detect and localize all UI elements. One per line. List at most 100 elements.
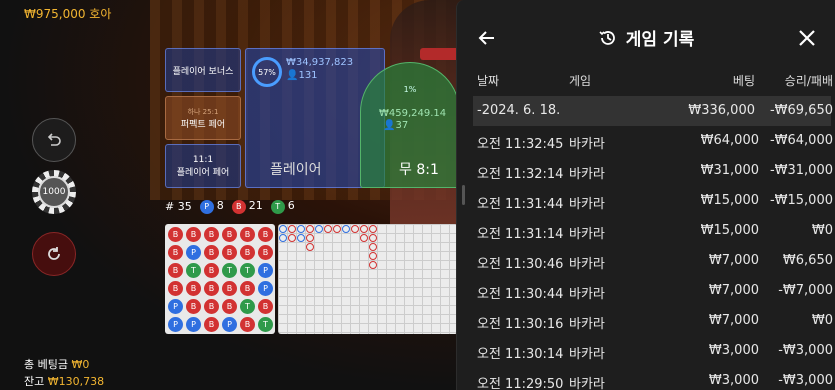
row-game: 바카라 xyxy=(569,197,605,212)
row-game: 바카라 xyxy=(569,227,605,242)
chip-selector[interactable]: 1000 xyxy=(32,170,76,214)
player-percent-ring: 57% xyxy=(252,57,282,87)
row-bet: ₩31,000 xyxy=(700,163,759,178)
big-road[interactable] xyxy=(278,224,458,334)
history-icon xyxy=(599,30,615,45)
bead: B xyxy=(240,281,255,296)
bead: B xyxy=(240,317,255,332)
history-row[interactable]: 오전 11:32:45 바카라 ₩64,000 -₩64,000 xyxy=(457,126,835,156)
big-road-mark xyxy=(369,225,377,233)
bet-player-pair[interactable]: 11:1 플레이어 페어 xyxy=(165,144,241,188)
big-road-mark xyxy=(297,234,305,242)
date-summary-row[interactable]: -2024. 6. 18. ₩336,000 -₩69,650 xyxy=(473,96,833,126)
row-date: 오전 11:31:44 xyxy=(477,197,564,212)
bead: B xyxy=(258,227,273,242)
player-total-amount: ₩34,937,823 xyxy=(286,57,354,68)
row-bet: ₩7,000 xyxy=(708,253,759,268)
row-date: 오전 11:30:16 xyxy=(477,317,564,332)
round-stats: # 35 P8 B 21 T6 xyxy=(165,199,295,214)
bead: B xyxy=(168,263,183,278)
row-date: 오전 11:32:45 xyxy=(477,137,564,152)
bead-road[interactable]: BBBBBBBPBBBBBTBTTPBBBBBPPBBBTBPPBPBT xyxy=(165,224,275,334)
player-pair-label: 플레이어 페어 xyxy=(176,167,230,178)
bead: B xyxy=(240,245,255,260)
row-date: 오전 11:30:46 xyxy=(477,257,564,272)
row-date: 오전 11:31:14 xyxy=(477,227,564,242)
history-row[interactable]: 오전 11:30:16 바카라 ₩7,000 ₩0 xyxy=(457,306,835,336)
person-icon: 👤 xyxy=(286,70,299,81)
panel-title: 게임 기록 xyxy=(625,30,695,50)
bead: P xyxy=(186,317,201,332)
total-bet: 총 베팅금 ₩0 xyxy=(24,358,90,371)
big-road-mark xyxy=(333,225,341,233)
row-date: 오전 11:30:44 xyxy=(477,287,564,302)
big-road-mark xyxy=(369,252,377,260)
row-result: -₩7,000 xyxy=(778,283,833,298)
bead: B xyxy=(240,227,255,242)
col-bet: 베팅 xyxy=(732,74,755,88)
close-icon xyxy=(799,30,815,46)
history-row[interactable]: 오전 11:30:14 바카라 ₩3,000 -₩3,000 xyxy=(457,336,835,366)
bead: T xyxy=(240,299,255,314)
row-game: 바카라 xyxy=(569,317,605,332)
bead: P xyxy=(258,263,273,278)
bead: B xyxy=(222,281,237,296)
history-row[interactable]: 오전 11:30:44 바카라 ₩7,000 -₩7,000 xyxy=(457,276,835,306)
undo-button[interactable] xyxy=(32,118,76,162)
round-count: # 35 xyxy=(165,199,192,213)
history-row[interactable]: 오전 11:32:14 바카라 ₩31,000 -₩31,000 xyxy=(457,156,835,186)
bead: P xyxy=(186,245,201,260)
summary-date: -2024. 6. 18. xyxy=(477,103,561,118)
row-bet: ₩3,000 xyxy=(708,343,759,358)
bet-perfect-pair[interactable]: 하나 25:1 퍼펙트 페어 xyxy=(165,96,241,140)
row-game: 바카라 xyxy=(569,137,605,152)
bead: B xyxy=(186,299,201,314)
row-date: 오전 11:29:50 xyxy=(477,377,564,390)
bet-player-bonus[interactable]: 플레이어 보너스 xyxy=(165,48,241,92)
history-row[interactable]: 오전 11:29:50 바카라 ₩3,000 -₩3,000 xyxy=(457,366,835,390)
row-bet: ₩15,000 xyxy=(700,223,759,238)
big-road-mark xyxy=(351,225,359,233)
big-road-mark xyxy=(342,225,350,233)
history-row[interactable]: 오전 11:30:46 바카라 ₩7,000 ₩6,650 xyxy=(457,246,835,276)
bead: P xyxy=(168,299,183,314)
bet-banker[interactable] xyxy=(420,48,460,60)
player-wins: P8 xyxy=(199,199,224,214)
bet-tie[interactable]: 1% ₩459,249.14 👤37 무 8:1 xyxy=(360,62,460,188)
repeat-button[interactable] xyxy=(32,232,76,276)
history-row[interactable]: 오전 11:31:44 바카라 ₩15,000 -₩15,000 xyxy=(457,186,835,216)
bead: B xyxy=(204,227,219,242)
perfect-pair-label: 퍼펙트 페어 xyxy=(180,119,226,130)
bead: B xyxy=(258,245,273,260)
big-road-mark xyxy=(369,243,377,251)
col-date: 날짜 xyxy=(477,74,500,88)
row-date: 오전 11:32:14 xyxy=(477,167,564,182)
big-road-mark xyxy=(306,234,314,242)
bead: B xyxy=(258,299,273,314)
tie-label: 무 8:1 xyxy=(399,162,439,178)
history-row[interactable]: 오전 11:31:14 바카라 ₩15,000 ₩0 xyxy=(457,216,835,246)
row-game: 바카라 xyxy=(569,257,605,272)
row-result: -₩3,000 xyxy=(778,343,833,358)
row-game: 바카라 xyxy=(569,347,605,362)
col-game: 게임 xyxy=(569,74,592,88)
chip-amount-label: ₩975,000 호아 xyxy=(24,7,112,21)
row-result: -₩64,000 xyxy=(769,133,833,148)
big-road-mark xyxy=(288,234,296,242)
row-date: 오전 11:30:14 xyxy=(477,347,564,362)
row-bet: ₩64,000 xyxy=(700,133,759,148)
big-road-mark xyxy=(360,234,368,242)
big-road-mark xyxy=(360,225,368,233)
row-result: ₩0 xyxy=(811,223,833,238)
close-button[interactable] xyxy=(793,24,821,52)
game-history-panel: 게임 기록 날짜 게임 베팅 승리/패배 -2024. 6. 18. ₩336,… xyxy=(456,0,835,390)
column-headers: 날짜 게임 베팅 승리/패배 xyxy=(457,72,835,92)
panel-header: 게임 기록 xyxy=(457,0,835,76)
summary-bet: ₩336,000 xyxy=(688,103,755,118)
row-result: -₩15,000 xyxy=(769,193,833,208)
tie-percent: 1% xyxy=(403,85,417,94)
bead: T xyxy=(258,317,273,332)
repeat-icon xyxy=(48,247,60,260)
row-game: 바카라 xyxy=(569,167,605,182)
bead: B xyxy=(222,227,237,242)
